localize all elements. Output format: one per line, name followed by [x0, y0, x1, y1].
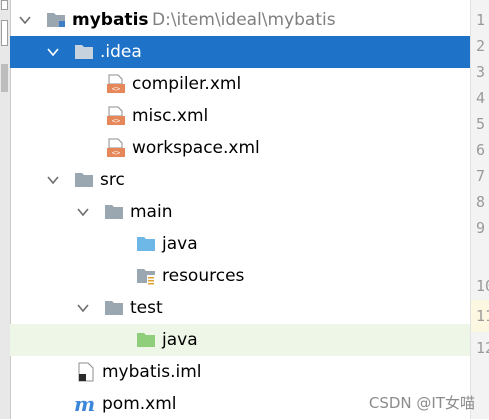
svg-text:<>: <>	[112, 85, 120, 93]
line-number: 10	[476, 277, 489, 295]
xml-file-icon: <>	[106, 106, 126, 126]
watermark-text: CSDN @IT女喵	[368, 394, 475, 412]
folder-label: src	[100, 170, 125, 190]
file-label: compiler.xml	[132, 74, 242, 94]
file-label: pom.xml	[102, 394, 177, 414]
tree-row-misc-xml[interactable]: <> misc.xml	[10, 100, 470, 132]
file-label: workspace.xml	[132, 138, 260, 158]
folder-label: java	[162, 234, 198, 254]
folder-icon	[104, 202, 124, 222]
chevron-down-icon[interactable]	[76, 301, 90, 315]
tree-row-resources[interactable]: resources	[10, 260, 470, 292]
line-number: 11	[476, 307, 489, 325]
folder-label: test	[130, 298, 163, 318]
tree-row-main[interactable]: main	[10, 196, 470, 228]
chevron-down-icon[interactable]	[76, 205, 90, 219]
folder-label: java	[162, 330, 198, 350]
folder-label: main	[130, 202, 173, 222]
tree-row-test[interactable]: test	[10, 292, 470, 324]
module-folder-icon	[46, 10, 66, 30]
file-label: mybatis.iml	[102, 362, 202, 382]
xml-file-icon: <>	[106, 138, 126, 158]
resources-folder-icon	[136, 266, 156, 286]
tool-strip-tab-1[interactable]	[1, 0, 8, 10]
tree-row-iml[interactable]: mybatis.iml	[10, 356, 470, 388]
tree-row-compiler-xml[interactable]: <> compiler.xml	[10, 68, 470, 100]
file-label: misc.xml	[132, 106, 209, 126]
chevron-down-icon[interactable]	[46, 173, 60, 187]
line-number: 9	[476, 219, 486, 237]
folder-icon	[74, 42, 94, 62]
editor-gutter: 1 2 3 4 5 6 7 8 9 10 11 12	[470, 0, 489, 419]
folder-label: resources	[162, 266, 245, 286]
tree-row-workspace-xml[interactable]: <> workspace.xml	[10, 132, 470, 164]
tool-strip-tab-2[interactable]	[1, 20, 8, 46]
tree-row-project-root[interactable]: mybatis D:\item\ideal\mybatis	[10, 4, 470, 36]
source-folder-icon	[136, 234, 156, 254]
svg-text:<>: <>	[112, 149, 120, 157]
maven-icon: m	[74, 394, 95, 414]
project-path: D:\item\ideal\mybatis	[152, 10, 336, 30]
tree-row-src[interactable]: src	[10, 164, 470, 196]
chevron-down-icon[interactable]	[46, 45, 60, 59]
xml-file-icon: <>	[106, 74, 126, 94]
iml-file-icon	[76, 362, 96, 382]
tree-row-main-java[interactable]: java	[10, 228, 470, 260]
tree-row-idea[interactable]: .idea	[10, 36, 470, 68]
project-name: mybatis	[72, 10, 149, 30]
folder-label: .idea	[100, 42, 142, 62]
test-folder-icon	[136, 330, 156, 350]
chevron-down-icon[interactable]	[18, 13, 32, 27]
folder-icon	[104, 298, 124, 318]
svg-text:m: m	[74, 394, 95, 414]
folder-icon	[74, 170, 94, 190]
tool-strip-tab-3[interactable]	[1, 64, 8, 92]
tree-row-test-java[interactable]: java	[10, 324, 470, 356]
svg-text:<>: <>	[112, 117, 120, 125]
line-number: 12	[476, 339, 489, 357]
